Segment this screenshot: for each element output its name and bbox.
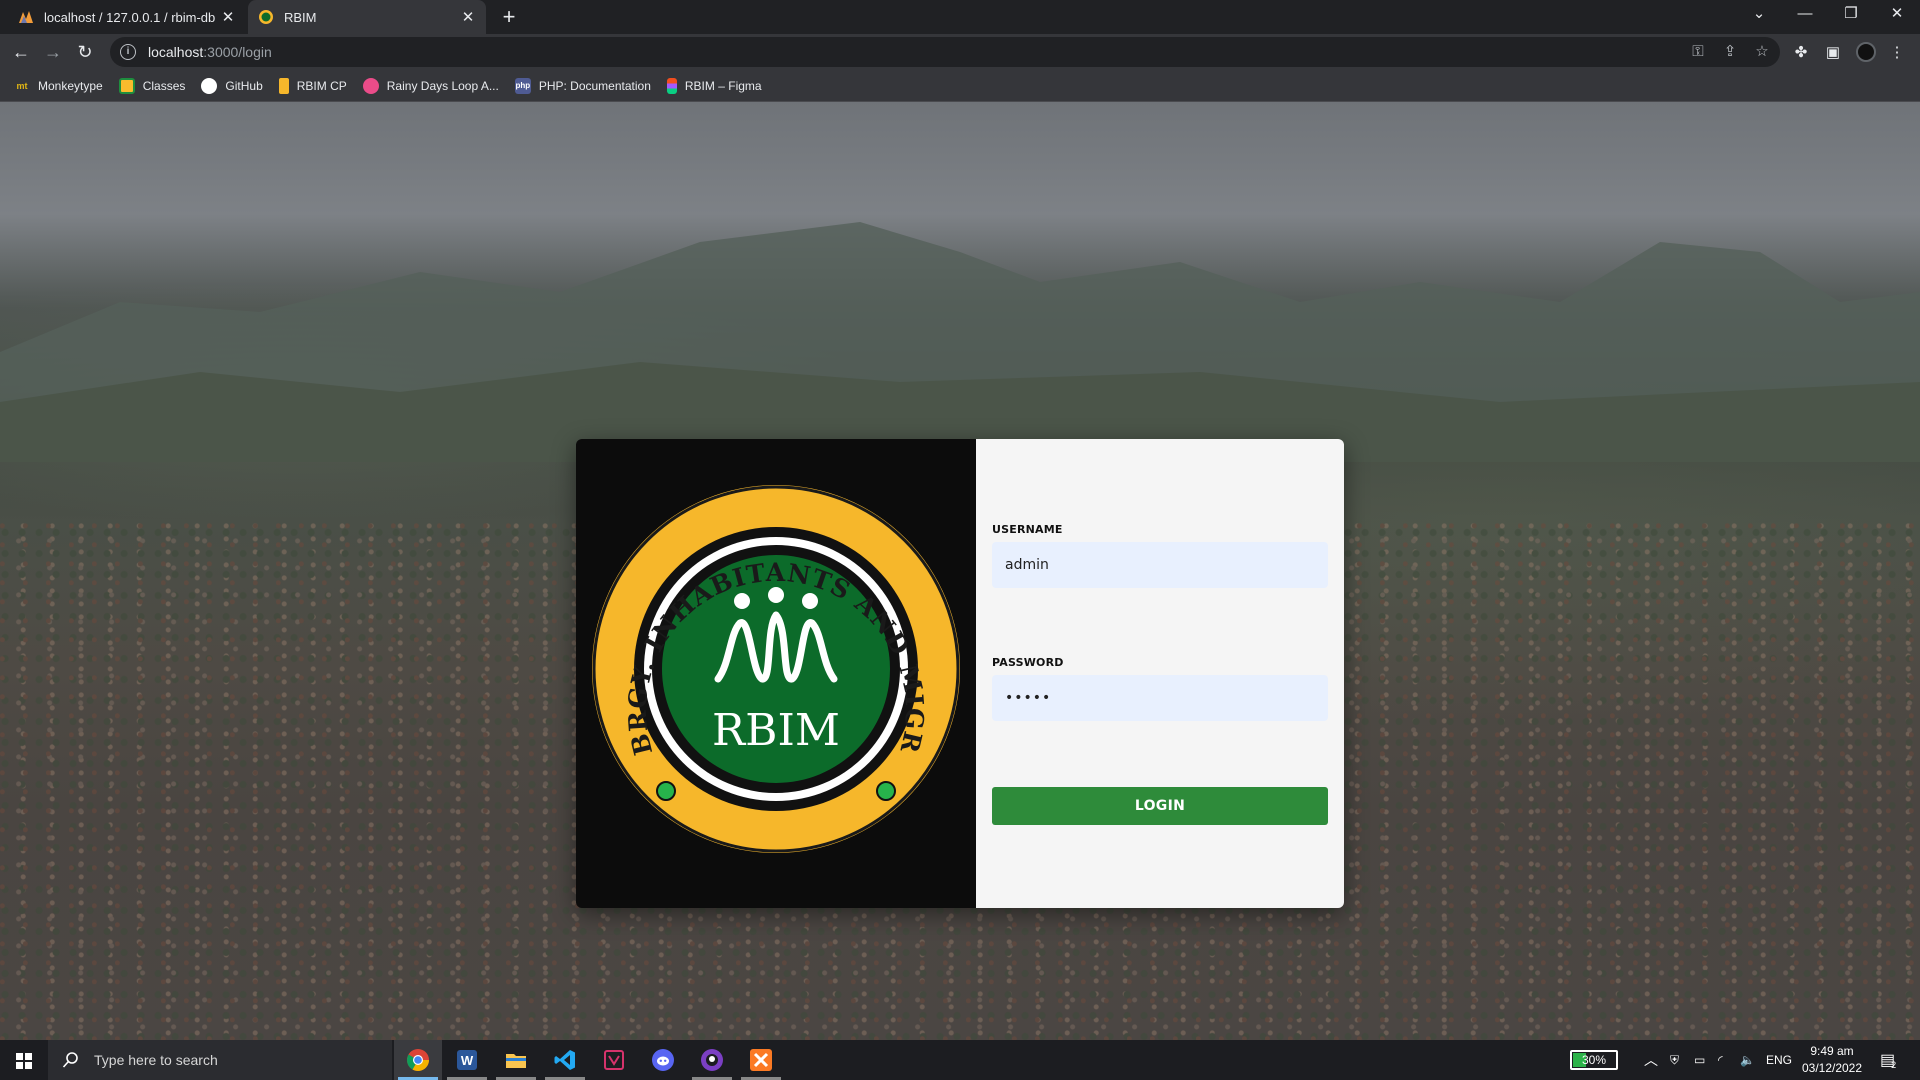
- password-label: PASSWORD: [992, 656, 1064, 669]
- bookmark-rainy-days[interactable]: Rainy Days Loop A...: [362, 77, 499, 94]
- discord-icon: [652, 1049, 674, 1071]
- battery-percent: 30%: [1581, 1053, 1607, 1067]
- language-indicator[interactable]: ENG: [1766, 1040, 1792, 1080]
- vivaldi-taskbar-icon[interactable]: [590, 1040, 638, 1080]
- mountain-backdrop: [0, 222, 1920, 462]
- bookmark-label: PHP: Documentation: [538, 78, 651, 93]
- bookmark-label: Monkeytype: [38, 78, 103, 93]
- tab-title: RBIM: [284, 9, 317, 25]
- restore-button[interactable]: ❐: [1828, 0, 1874, 30]
- more-menu-icon[interactable]: ⋮: [1886, 42, 1908, 64]
- word-taskbar-icon[interactable]: W: [443, 1040, 491, 1080]
- clock-time: 9:49 am: [1810, 1044, 1854, 1058]
- word-icon: W: [457, 1050, 477, 1070]
- windows-start-icon[interactable]: [0, 1040, 48, 1080]
- search-icon: [62, 1052, 78, 1068]
- phpmyadmin-icon: [19, 11, 33, 23]
- login-form-panel: USERNAME PASSWORD LOGIN: [976, 439, 1344, 908]
- vscode-icon: [554, 1050, 575, 1070]
- bookmark-github[interactable]: GitHub: [201, 77, 263, 94]
- rbim-cp-icon: [278, 77, 289, 94]
- page-background: REGISTRY OF BRGY. INHABITANTS AND MIGRAN…: [0, 102, 1920, 1040]
- login-button[interactable]: LOGIN: [992, 787, 1328, 825]
- volume-icon[interactable]: 🔈: [1740, 1040, 1755, 1080]
- github-desktop-taskbar-icon[interactable]: [688, 1040, 736, 1080]
- username-label: USERNAME: [992, 523, 1063, 536]
- bookmark-php-docs[interactable]: php PHP: Documentation: [514, 77, 651, 94]
- seal-name: RBIM: [712, 705, 840, 756]
- github-icon: [201, 77, 218, 94]
- bookmark-rbim-figma[interactable]: RBIM – Figma: [666, 77, 762, 94]
- browser-toolbar: ← → ↻ i localhost:3000/login ⚿ ⇪ ☆ ✤ ▣ ⋮: [0, 34, 1920, 70]
- show-hidden-icons-chevron[interactable]: ︿: [1644, 1040, 1658, 1080]
- reload-icon[interactable]: ↻: [72, 39, 98, 65]
- close-window-button[interactable]: ✕: [1874, 0, 1920, 30]
- folder-icon: [506, 1054, 526, 1068]
- login-card: REGISTRY OF BRGY. INHABITANTS AND MIGRAN…: [576, 439, 1344, 908]
- github-desktop-icon: [701, 1049, 723, 1071]
- key-icon[interactable]: ⚿: [1688, 42, 1708, 62]
- notification-count: 2: [1891, 1060, 1897, 1070]
- bookmark-label: Classes: [142, 78, 186, 93]
- username-input[interactable]: [992, 542, 1328, 588]
- close-tab-icon[interactable]: ✕: [460, 8, 476, 26]
- rbim-seal-logo: REGISTRY OF BRGY. INHABITANTS AND MIGRAN…: [590, 483, 960, 853]
- new-tab-button[interactable]: +: [496, 4, 522, 30]
- wifi-icon[interactable]: ◜: [1718, 1040, 1723, 1080]
- xampp-taskbar-icon[interactable]: [737, 1040, 785, 1080]
- svg-text:W: W: [461, 1053, 474, 1068]
- windows-taskbar: Type here to search W 30% ︿ ⛨ ▭ ◜ 🔈 ENG …: [0, 1040, 1920, 1080]
- search-placeholder: Type here to search: [94, 1052, 218, 1068]
- clock-date: 03/12/2022: [1801, 1061, 1863, 1075]
- tab-search-icon[interactable]: ⌄: [1736, 0, 1782, 30]
- minimize-button[interactable]: —: [1782, 0, 1828, 30]
- bookmark-star-icon[interactable]: ☆: [1752, 42, 1772, 62]
- battery-tray-icon[interactable]: ▭: [1694, 1040, 1705, 1080]
- site-info-icon[interactable]: i: [120, 44, 136, 60]
- taskbar-search-box[interactable]: Type here to search: [48, 1040, 392, 1080]
- password-input[interactable]: [992, 675, 1328, 721]
- url-host: localhost: [148, 44, 204, 60]
- dribbble-icon: [362, 77, 379, 94]
- tab-rbim[interactable]: RBIM ✕: [248, 0, 486, 34]
- bookmark-label: GitHub: [225, 78, 263, 93]
- bookmark-label: Rainy Days Loop A...: [386, 78, 499, 93]
- bookmark-label: RBIM CP: [296, 78, 347, 93]
- bookmark-monkeytype[interactable]: mt Monkeytype: [14, 78, 103, 94]
- xampp-icon: [750, 1049, 772, 1071]
- vscode-taskbar-icon[interactable]: [541, 1040, 589, 1080]
- classroom-icon: [118, 77, 135, 94]
- system-clock[interactable]: 9:49 am 03/12/2022: [1792, 1043, 1872, 1077]
- app-icon: [604, 1050, 624, 1070]
- tab-phpmyadmin[interactable]: localhost / 127.0.0.1 / rbim-db | p ✕: [8, 0, 246, 34]
- bookmark-rbim-cp[interactable]: RBIM CP: [278, 77, 347, 94]
- security-tray-icon[interactable]: ⛨: [1670, 1040, 1679, 1080]
- logo-panel: REGISTRY OF BRGY. INHABITANTS AND MIGRAN…: [576, 439, 976, 908]
- side-panel-icon[interactable]: ▣: [1822, 42, 1844, 64]
- bookmark-classes[interactable]: Classes: [118, 77, 186, 94]
- chrome-icon: [407, 1049, 429, 1071]
- rbim-logo-icon: [259, 10, 273, 24]
- bookmarks-bar: mt Monkeytype Classes GitHub RBIM CP Rai…: [0, 70, 1920, 102]
- discord-taskbar-icon[interactable]: [639, 1040, 687, 1080]
- php-icon: php: [514, 77, 531, 94]
- back-arrow-icon[interactable]: ←: [8, 39, 34, 65]
- file-explorer-taskbar-icon[interactable]: [492, 1040, 540, 1080]
- profile-avatar[interactable]: [1856, 42, 1876, 62]
- tab-strip: localhost / 127.0.0.1 / rbim-db | p ✕ RB…: [0, 0, 1920, 34]
- bookmark-label: RBIM – Figma: [684, 78, 762, 93]
- forward-arrow-icon[interactable]: →: [40, 39, 66, 65]
- tab-title: localhost / 127.0.0.1 / rbim-db | p: [44, 9, 220, 25]
- monkeytype-icon: mt: [16, 80, 28, 91]
- url-path: :3000/login: [203, 44, 272, 60]
- extensions-puzzle-icon[interactable]: ✤: [1790, 42, 1812, 64]
- close-tab-icon[interactable]: ✕: [220, 8, 236, 26]
- notification-center-icon[interactable]: ▤ 2: [1880, 1040, 1896, 1080]
- figma-icon: [666, 77, 677, 94]
- chrome-taskbar-icon[interactable]: [394, 1040, 442, 1080]
- share-icon[interactable]: ⇪: [1720, 42, 1740, 62]
- address-bar[interactable]: i localhost:3000/login: [110, 37, 1780, 67]
- battery-indicator[interactable]: 30%: [1570, 1050, 1618, 1070]
